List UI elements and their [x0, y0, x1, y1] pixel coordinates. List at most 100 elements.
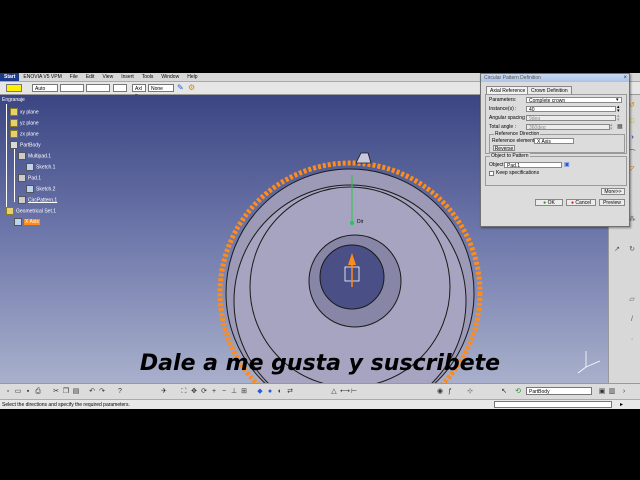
- menu-start[interactable]: Start: [0, 73, 20, 81]
- object-pick-icon[interactable]: ▣: [564, 161, 570, 168]
- line-icon: [14, 218, 22, 226]
- pan-icon[interactable]: ✥: [190, 387, 198, 396]
- shading-icon[interactable]: ●: [266, 387, 274, 396]
- measure-item-icon[interactable]: ⊢: [350, 387, 358, 396]
- tree-item-partbody[interactable]: PartBody: [10, 141, 41, 149]
- preview-button[interactable]: Preview: [599, 199, 625, 206]
- ok-button[interactable]: ● OK: [535, 199, 563, 206]
- menu-file[interactable]: File: [66, 73, 82, 81]
- line-type-combo[interactable]: [60, 84, 84, 92]
- insert-body-icon[interactable]: ▣: [598, 387, 606, 396]
- tree-item-pad[interactable]: Pad.1: [18, 174, 41, 182]
- tree-item-circpattern[interactable]: CircPattern.1: [18, 196, 57, 204]
- whats-this-icon[interactable]: ?: [116, 387, 124, 396]
- rotate-view-icon[interactable]: ⟳: [200, 387, 208, 396]
- command-icon[interactable]: ▸: [620, 400, 623, 409]
- close-icon[interactable]: ×: [623, 74, 627, 82]
- tree-item-geoset[interactable]: Geometrical Set.1: [6, 207, 56, 215]
- parameters-select[interactable]: Complete crown: [526, 97, 622, 104]
- dialog-title-bar[interactable]: Circular Pattern Definition ×: [481, 74, 629, 82]
- line-weight-combo[interactable]: [86, 84, 110, 92]
- catalog-icon[interactable]: ▥: [608, 387, 616, 396]
- redo-icon[interactable]: ↷: [98, 387, 106, 396]
- menu-view[interactable]: View: [98, 73, 117, 81]
- analysis-icon[interactable]: △: [330, 387, 338, 396]
- layer-combo[interactable]: None: [148, 84, 174, 92]
- gear-tooth[interactable]: [355, 152, 372, 164]
- tree-label-yz-plane: yz plane: [20, 120, 39, 127]
- keep-spec-checkbox[interactable]: [489, 171, 494, 176]
- iso-view-icon[interactable]: ◆: [256, 387, 264, 396]
- reference-element-field[interactable]: X Axis: [534, 138, 574, 145]
- select-icon[interactable]: ↖: [500, 387, 508, 396]
- measure-icon[interactable]: ⟷: [340, 387, 350, 396]
- total-angle-field[interactable]: 360deg: [526, 124, 610, 131]
- tree-item-sketch2[interactable]: Sketch.2: [26, 185, 55, 193]
- properties-icon[interactable]: ⚙: [188, 83, 195, 92]
- fly-mode-icon[interactable]: ✈: [160, 387, 168, 396]
- tree-label-partbody: PartBody: [20, 142, 41, 149]
- new-icon[interactable]: ▫: [4, 387, 12, 396]
- point-tool-icon[interactable]: ·: [627, 335, 637, 344]
- menu-tools[interactable]: Tools: [138, 73, 158, 81]
- transparency-combo[interactable]: Auto: [32, 84, 58, 92]
- update-icon[interactable]: ⟲: [514, 387, 522, 396]
- knowledge-icon[interactable]: ƒ: [446, 387, 454, 396]
- print-icon[interactable]: ⎙: [34, 387, 42, 396]
- tree-item-yz-plane[interactable]: yz plane: [10, 119, 39, 127]
- menu-enovia[interactable]: ENOVIA V5 VPM: [19, 73, 65, 81]
- hide-show-icon[interactable]: ◐: [276, 387, 284, 396]
- scroll-right-icon[interactable]: ›: [620, 387, 628, 396]
- reverse-button[interactable]: Reverse: [493, 145, 515, 152]
- tree-item-multipad[interactable]: Multipad.1: [18, 152, 51, 160]
- chevron-down-icon[interactable]: ▾: [616, 97, 619, 103]
- instances-label: Instance(s) :: [489, 106, 517, 112]
- color-swatch[interactable]: [6, 84, 22, 92]
- menu-help[interactable]: Help: [183, 73, 201, 81]
- tree-item-xy-plane[interactable]: xy plane: [10, 108, 39, 116]
- cut-icon[interactable]: ✂: [52, 387, 60, 396]
- tree-item-sketch1[interactable]: Sketch.1: [26, 163, 55, 171]
- rotate-tool-icon[interactable]: ↻: [627, 245, 637, 254]
- formula-icon[interactable]: ▦: [617, 123, 623, 130]
- painter-icon[interactable]: ✎: [177, 83, 184, 92]
- apply-material-icon[interactable]: ◉: [436, 387, 444, 396]
- normal-view-icon[interactable]: ⊥: [230, 387, 238, 396]
- line-tool-icon[interactable]: /: [627, 315, 637, 324]
- menu-edit[interactable]: Edit: [82, 73, 99, 81]
- command-input[interactable]: [494, 401, 612, 408]
- open-icon[interactable]: ▭: [14, 387, 22, 396]
- undo-icon[interactable]: ↶: [88, 387, 96, 396]
- save-icon[interactable]: ▪: [24, 387, 32, 396]
- cancel-button[interactable]: ● Cancel: [566, 199, 596, 206]
- swap-space-icon[interactable]: ⇄: [286, 387, 294, 396]
- fit-all-icon[interactable]: ⛶: [180, 387, 188, 396]
- axis-system-icon[interactable]: ⊹: [466, 387, 474, 396]
- total-angle-spinner[interactable]: ▴ ▾: [610, 123, 613, 132]
- instances-spinner[interactable]: ▴ ▾: [617, 105, 620, 114]
- status-message: Select the directions and specify the re…: [2, 402, 130, 408]
- tree-item-x-axis[interactable]: X Axis: [14, 218, 40, 226]
- angular-spacing-spinner[interactable]: ▴ ▾: [617, 114, 620, 123]
- paste-icon[interactable]: ▤: [72, 387, 80, 396]
- dialog-title: Circular Pattern Definition: [484, 75, 541, 81]
- plane-tool-icon[interactable]: ▱: [627, 295, 637, 304]
- layer-label[interactable]: Axl 2: [132, 84, 146, 100]
- point-type-combo[interactable]: [113, 84, 127, 92]
- translate-tool-icon[interactable]: ↗: [612, 245, 622, 254]
- multi-view-icon[interactable]: ⊞: [240, 387, 248, 396]
- zoom-out-icon[interactable]: −: [220, 387, 228, 396]
- instances-field[interactable]: 40: [526, 106, 616, 113]
- tree-item-root[interactable]: Engranaje: [2, 97, 25, 104]
- zoom-in-icon[interactable]: +: [210, 387, 218, 396]
- sketch-icon: [26, 163, 34, 171]
- menu-insert[interactable]: Insert: [117, 73, 138, 81]
- part-body-combo[interactable]: PartBody: [526, 387, 592, 395]
- geoset-icon: [6, 207, 14, 215]
- tree-item-zx-plane[interactable]: zx plane: [10, 130, 39, 138]
- object-field[interactable]: Pad.1: [504, 162, 562, 169]
- copy-icon[interactable]: ❐: [62, 387, 70, 396]
- angular-spacing-field[interactable]: 9deg: [526, 115, 616, 122]
- menu-window[interactable]: Window: [157, 73, 183, 81]
- more-button[interactable]: More>>: [601, 188, 625, 195]
